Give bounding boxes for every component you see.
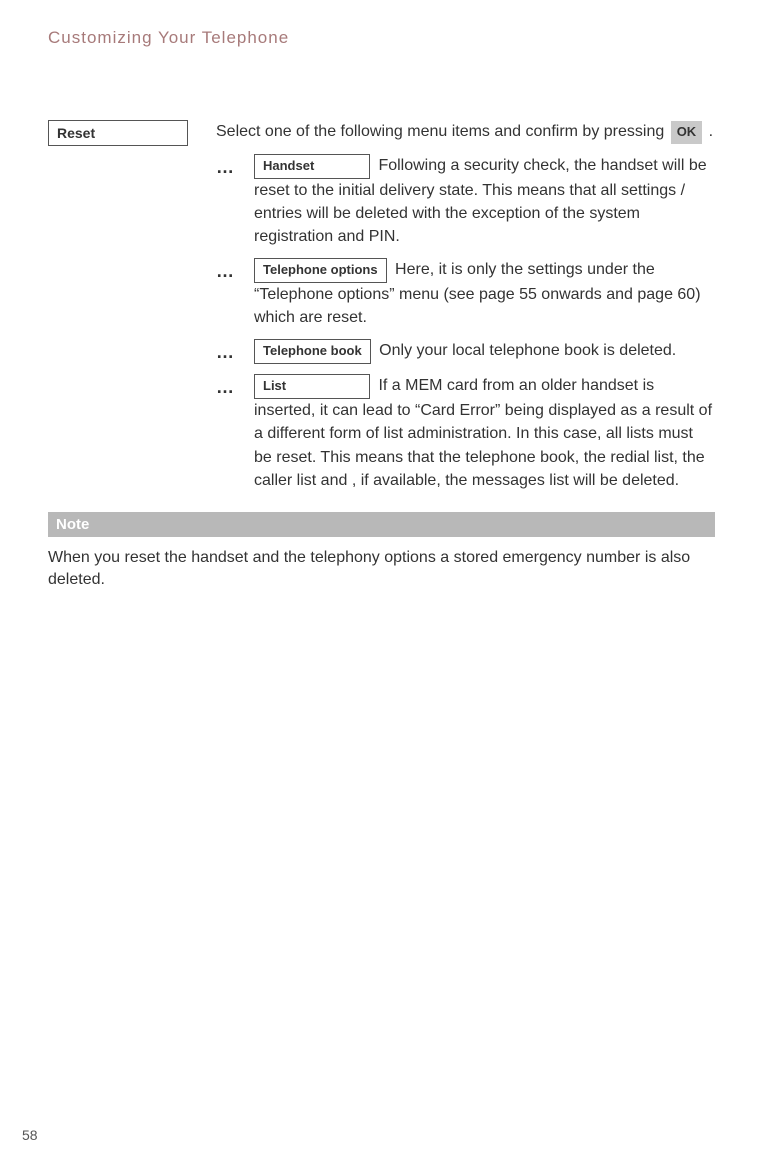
telephone-book-desc: Only your local telephone book is delete… (375, 342, 677, 359)
note-body: When you reset the handset and the telep… (48, 547, 715, 592)
page-header: Customizing Your Telephone (48, 28, 715, 48)
intro-text-part1: Select one of the following menu items a… (216, 123, 669, 140)
reset-option-list: … List If a MEM card from an older hands… (216, 374, 715, 492)
reset-option-telephone-book: … Telephone book Only your local telepho… (216, 339, 715, 364)
ellipsis-icon: … (216, 258, 242, 280)
menu-box-telephone-options: Telephone options (254, 258, 387, 283)
intro-text: Select one of the following menu items a… (216, 120, 715, 144)
menu-box-reset: Reset (48, 120, 188, 146)
ellipsis-icon: … (216, 154, 242, 176)
menu-box-telephone-book: Telephone book (254, 339, 371, 364)
menu-box-list: List (254, 374, 370, 399)
ok-button-icon: OK (671, 121, 703, 144)
intro-text-part2: . (704, 123, 713, 140)
reset-option-telephone-options: … Telephone options Here, it is only the… (216, 258, 715, 329)
ellipsis-icon: … (216, 374, 242, 396)
note-heading: Note (48, 512, 715, 537)
menu-box-handset: Handset (254, 154, 370, 179)
reset-option-handset: … Handset Following a security check, th… (216, 154, 715, 248)
ellipsis-icon: … (216, 339, 242, 361)
page-number: 58 (22, 1127, 38, 1143)
